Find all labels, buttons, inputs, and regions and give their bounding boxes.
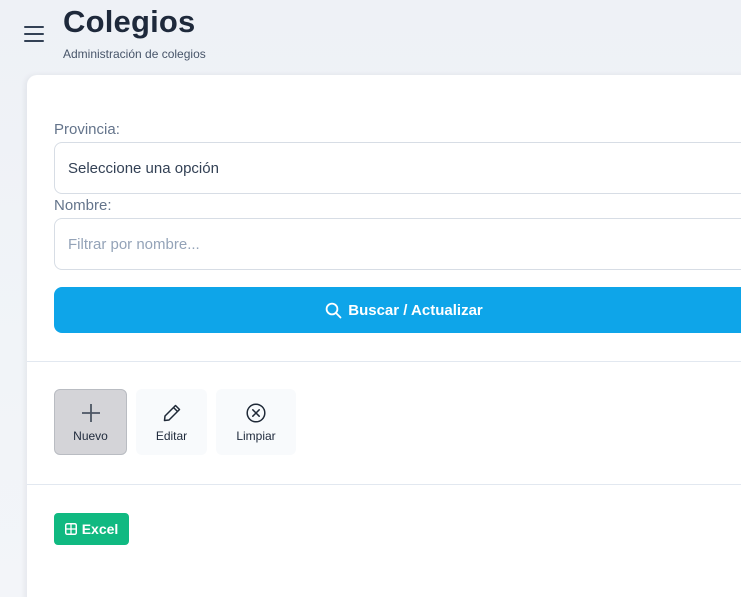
provincia-label: Provincia:: [54, 121, 120, 138]
hamburger-menu-icon[interactable]: [22, 24, 46, 44]
nombre-field[interactable]: [54, 218, 741, 270]
divider: [27, 484, 741, 485]
page-subtitle: Administración de colegios: [63, 47, 206, 61]
plus-icon: [80, 401, 102, 425]
nuevo-button[interactable]: Nuevo: [54, 389, 127, 455]
search-icon: [325, 302, 342, 318]
circle-x-icon: [245, 401, 267, 425]
search-button-label: Buscar / Actualizar: [348, 301, 483, 319]
content-card: Provincia: Seleccione una opción Nombre:…: [27, 75, 741, 597]
limpiar-label: Limpiar: [236, 429, 276, 443]
pencil-icon: [161, 401, 183, 425]
provincia-select[interactable]: Seleccione una opción: [54, 142, 741, 194]
provincia-selected-value: Seleccione una opción: [68, 159, 219, 177]
nombre-label: Nombre:: [54, 197, 112, 214]
spreadsheet-icon: [64, 523, 77, 535]
editar-label: Editar: [155, 429, 188, 443]
nuevo-label: Nuevo: [73, 429, 108, 443]
page-title: Colegios: [63, 4, 196, 39]
divider: [27, 361, 741, 362]
editar-button[interactable]: Editar: [136, 389, 207, 455]
excel-export-button[interactable]: Excel: [54, 513, 129, 545]
excel-label: Excel: [81, 521, 119, 537]
limpiar-button[interactable]: Limpiar: [216, 389, 296, 455]
search-button[interactable]: Buscar / Actualizar: [54, 287, 741, 333]
nombre-input[interactable]: [68, 235, 741, 253]
